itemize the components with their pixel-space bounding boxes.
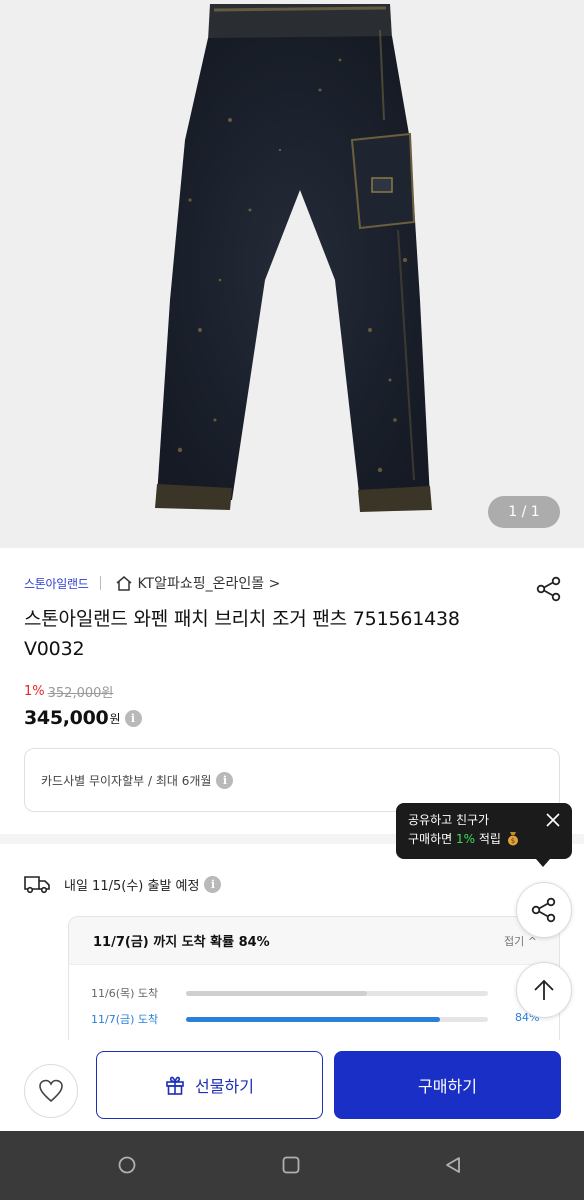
close-icon[interactable] <box>546 813 560 827</box>
nav-back-icon[interactable] <box>444 1156 462 1174</box>
product-image <box>155 4 432 512</box>
share-reward-tooltip: 공유하고 친구가 구매하면 1% 적립 $ <box>396 803 572 867</box>
home-icon <box>116 576 132 591</box>
nav-home-icon[interactable] <box>118 1156 136 1174</box>
probability-bar-fill <box>186 991 368 996</box>
wishlist-button[interactable] <box>24 1064 78 1118</box>
arrival-probability-panel: 11/7(금) 까지 도착 확률 84% 접기 ^ 11/6(목) 도착 11/… <box>68 916 560 1046</box>
price-row: 345,000 원 i <box>24 707 142 729</box>
truck-icon <box>24 876 50 894</box>
product-title: 스톤아일랜드 와펜 패치 브리치 조거 팬츠 751561438 V0032 <box>24 608 460 660</box>
tooltip-line-2: 구매하면 1% 적립 $ <box>408 830 572 849</box>
breadcrumb-divider <box>100 576 102 590</box>
probability-heading: 11/7(금) 까지 도착 확률 84% <box>93 935 270 950</box>
probability-row: 11/6(목) 도착 <box>91 983 551 1003</box>
store-link-label: KT알파쇼핑_온라인몰 > <box>137 576 281 592</box>
info-icon[interactable]: i <box>216 771 234 789</box>
tooltip-line-2-suffix: 적립 <box>475 832 501 846</box>
probability-bar-track <box>186 991 488 996</box>
breadcrumb: 스톤아일랜드 KT알파쇼핑_온라인몰 > <box>24 572 280 594</box>
floating-share-button[interactable] <box>516 882 572 938</box>
svg-text:$: $ <box>511 837 515 845</box>
bottom-action-bar: 선물하기 구매하기 <box>0 1040 584 1130</box>
original-price: 352,000원 <box>47 686 114 701</box>
store-link[interactable]: KT알파쇼핑_온라인몰 > <box>115 573 280 593</box>
share-icon[interactable] <box>536 576 562 602</box>
installment-text: 카드사별 무이자할부 / 최대 6개월 <box>41 773 212 788</box>
share-icon <box>531 897 556 923</box>
brand-link[interactable]: 스톤아일랜드 <box>24 575 89 592</box>
delivery-info: 내일 11/5(수) 출발 예정 i <box>24 872 222 896</box>
tooltip-tail <box>536 859 550 867</box>
info-icon[interactable]: i <box>124 709 142 727</box>
gift-button[interactable]: 선물하기 <box>96 1051 323 1119</box>
product-image-gallery[interactable]: 1 / 1 <box>0 0 584 548</box>
discount-rate: 1% <box>24 684 45 699</box>
probability-bar-track <box>186 1017 488 1022</box>
buy-button-label: 구매하기 <box>418 1077 477 1096</box>
probability-row-label: 11/7(금) 도착 <box>91 1013 159 1026</box>
info-icon[interactable]: i <box>204 875 222 893</box>
probability-row-label: 11/6(목) 도착 <box>91 987 159 1000</box>
probability-row: 11/7(금) 도착 84% <box>91 1009 551 1029</box>
price-block: 1% 352,000원 345,000 원 i <box>24 682 142 729</box>
probability-bar-fill <box>186 1017 440 1022</box>
system-navigation-bar <box>0 1131 584 1200</box>
gift-button-label: 선물하기 <box>195 1077 254 1096</box>
tooltip-line-2-prefix: 구매하면 <box>408 832 456 846</box>
image-counter: 1 / 1 <box>488 496 560 528</box>
scroll-to-top-button[interactable] <box>516 962 572 1018</box>
discount-row: 1% 352,000원 <box>24 682 142 701</box>
nav-recents-icon[interactable] <box>282 1156 300 1174</box>
currency-label: 원 <box>109 711 121 726</box>
arrow-up-icon <box>534 979 554 1000</box>
sale-price: 345,000 <box>24 707 109 729</box>
probability-heading-row: 11/7(금) 까지 도착 확률 84% 접기 ^ <box>69 917 559 965</box>
money-bag-icon: $ <box>507 832 518 846</box>
buy-button[interactable]: 구매하기 <box>334 1051 561 1119</box>
tooltip-reward-rate: 1% <box>455 832 476 846</box>
gift-icon <box>166 1076 184 1095</box>
delivery-text: 내일 11/5(수) 출발 예정 <box>64 878 200 894</box>
heart-icon <box>39 1079 63 1103</box>
